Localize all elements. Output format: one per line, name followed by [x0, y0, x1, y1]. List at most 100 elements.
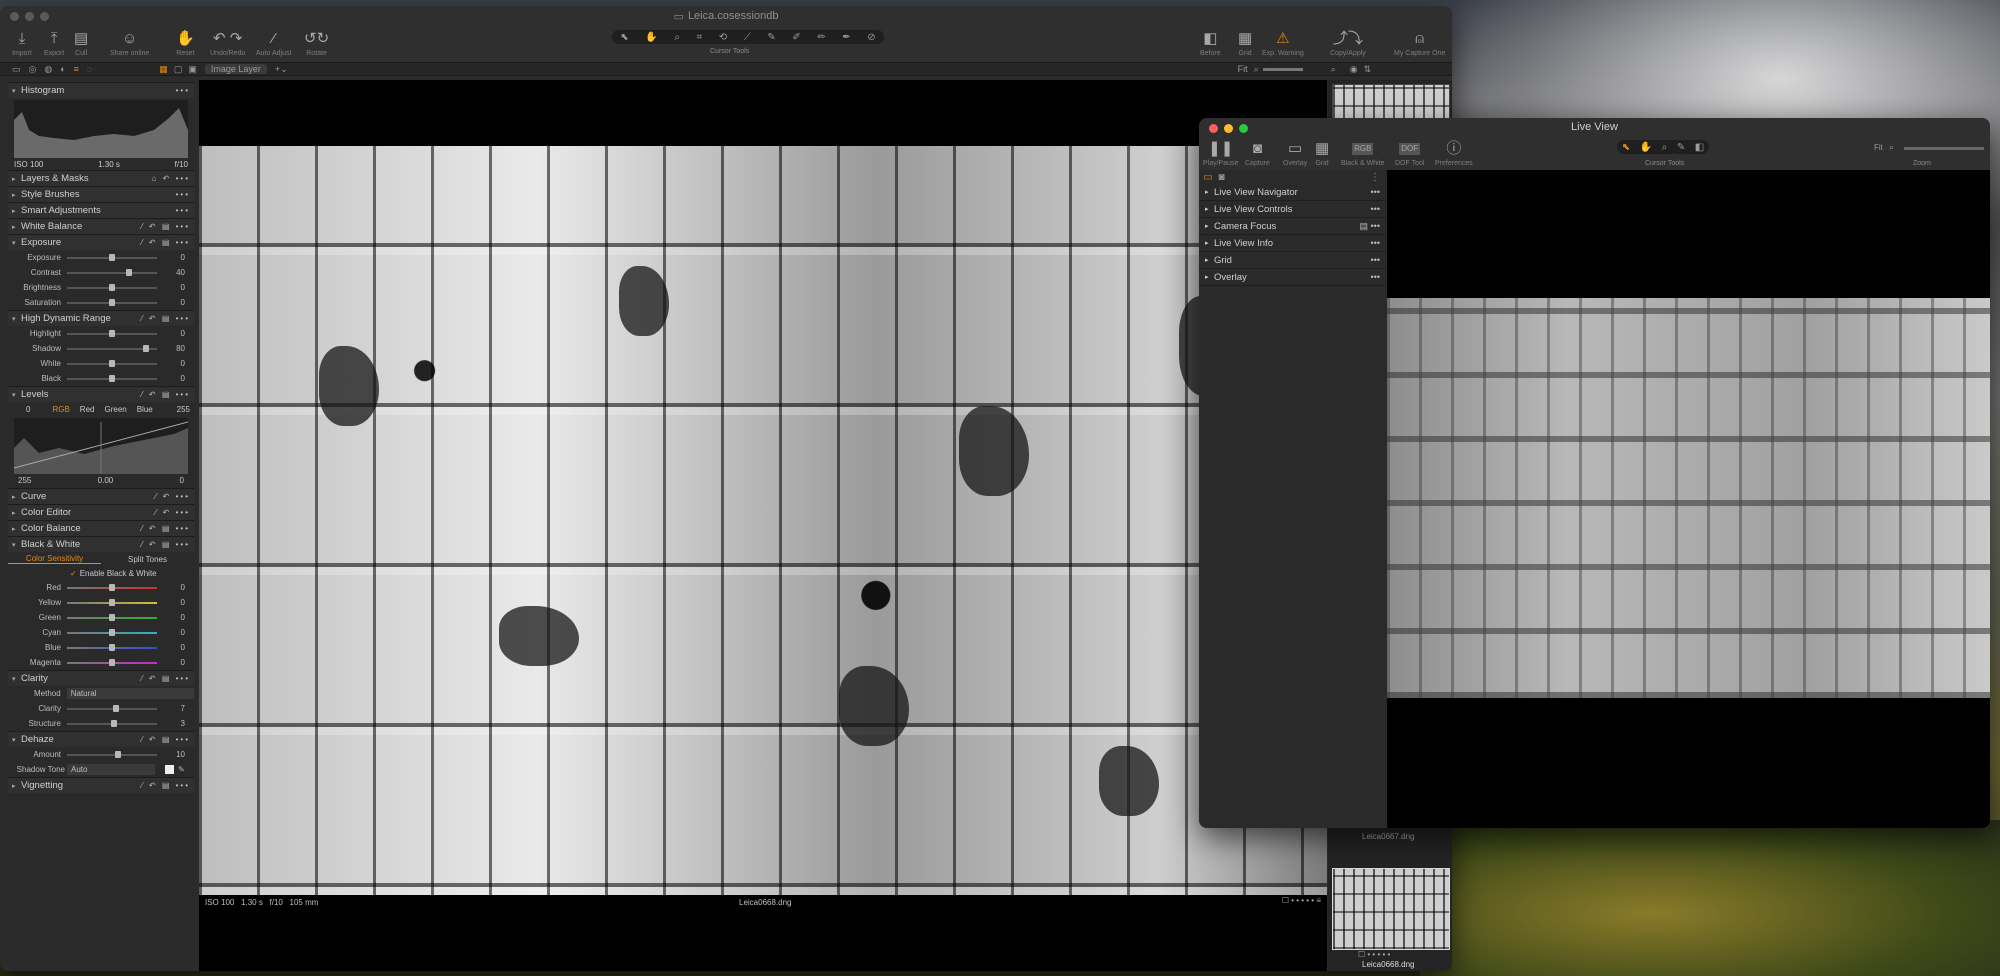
grid-view-icon[interactable]: ▦: [159, 64, 168, 75]
zoom-window-button[interactable]: [40, 12, 49, 21]
dehaze-amount-slider[interactable]: [67, 750, 157, 758]
slider-track[interactable]: [67, 658, 157, 666]
clarity-method-select[interactable]: Natural: [66, 688, 194, 699]
slider-track[interactable]: [67, 344, 157, 352]
gradient-tool-icon[interactable]: ✏: [817, 32, 825, 43]
hdr-header[interactable]: ▾ High Dynamic Range ⁄ ↶ ▤ •••: [8, 310, 194, 326]
slider-knob[interactable]: [115, 750, 121, 758]
slider-knob[interactable]: [126, 268, 132, 276]
section-actions-icon[interactable]: ⁄ ↶ ▤ •••: [141, 781, 190, 790]
live-fit-label[interactable]: Fit: [1874, 143, 1883, 152]
color-editor-header[interactable]: ▸ Color Editor ⁄ ↶ •••: [8, 504, 194, 520]
eyedropper-icon[interactable]: ✎: [178, 765, 185, 774]
layers-actions-icon[interactable]: ⌂ ↶ •••: [152, 174, 190, 183]
slider-knob[interactable]: [109, 583, 115, 591]
exposure-header[interactable]: ▾ Exposure ⁄ ↶ ▤ •••: [8, 234, 194, 250]
viewer-icon[interactable]: ▢: [174, 64, 183, 75]
slider-value[interactable]: 0: [157, 613, 185, 622]
browser-icon[interactable]: ▣: [188, 64, 197, 75]
live-view-controls-section[interactable]: ▸ Live View Controls •••: [1199, 201, 1386, 218]
slider-track[interactable]: [67, 643, 157, 651]
brush-tool-icon[interactable]: ✎: [767, 32, 775, 43]
loupe-tool-icon[interactable]: ⌕: [674, 32, 680, 43]
slider-value[interactable]: 80: [157, 344, 185, 353]
live-cursor-tools-group[interactable]: ⬉ ✋ ⌕ ✎ ◧: [1617, 140, 1709, 154]
levels-header[interactable]: ▾ Levels ⁄ ↶ ▤ •••: [8, 386, 194, 402]
select-tool-icon[interactable]: ⬉: [1622, 142, 1630, 153]
levels-tab-red[interactable]: Red: [80, 405, 95, 414]
slider-value[interactable]: 40: [157, 268, 185, 277]
dehaze-header[interactable]: ▾ Dehaze ⁄ ↶ ▤ •••: [8, 731, 194, 747]
rotate-tool-icon[interactable]: ⟲: [719, 32, 727, 43]
smart-adjustments-header[interactable]: ▸ Smart Adjustments •••: [8, 202, 194, 218]
folder-tab-icon[interactable]: ▭: [12, 64, 21, 75]
minimize-window-button[interactable]: [1224, 124, 1233, 133]
live-overlay-section[interactable]: ▸ Overlay •••: [1199, 269, 1386, 286]
levels-tab-blue[interactable]: Blue: [137, 405, 153, 414]
adjust-tab-icon[interactable]: ≡: [74, 64, 79, 74]
slider-value[interactable]: 0: [157, 374, 185, 383]
overlay-button[interactable]: ▭ Overlay: [1283, 138, 1307, 167]
slider-track[interactable]: [67, 283, 157, 291]
slider-knob[interactable]: [109, 374, 115, 382]
close-window-button[interactable]: [10, 12, 19, 21]
more-icon[interactable]: •••: [1371, 272, 1380, 282]
section-actions-icon[interactable]: ⁄ ↶ ▤ •••: [141, 390, 190, 399]
grid-button[interactable]: ▦ Grid: [1238, 28, 1252, 57]
slider-knob[interactable]: [109, 298, 115, 306]
thumbnail-rating[interactable]: ☐ • • • • •: [1358, 950, 1390, 959]
add-layer-icon[interactable]: +⌄: [275, 64, 288, 75]
slider-value[interactable]: 0: [157, 583, 185, 592]
my-capture-one-button[interactable]: ⍝ My Capture One: [1394, 28, 1445, 57]
camera-focus-section[interactable]: ▸ Camera Focus ▤ •••: [1199, 218, 1386, 235]
black-white-header[interactable]: ▾ Black & White ⁄ ↶ ▤ •••: [8, 536, 194, 552]
shadow-color-swatch[interactable]: [165, 765, 174, 774]
slider-value[interactable]: 0: [157, 329, 185, 338]
viewer-rating-dots[interactable]: ☐ • • • • • ≡: [1282, 896, 1321, 905]
slider-knob[interactable]: [109, 613, 115, 621]
clarity-header[interactable]: ▾ Clarity ⁄ ↶ ▤ •••: [8, 670, 194, 686]
more-icon[interactable]: •••: [176, 86, 190, 95]
live-grid-button[interactable]: ▦ Grid: [1315, 138, 1329, 167]
erase-tool-icon[interactable]: ✐: [792, 32, 800, 43]
slider-track[interactable]: [67, 329, 157, 337]
dehaze-amount-value[interactable]: 10: [157, 750, 185, 759]
slider-track[interactable]: [67, 359, 157, 367]
slider-knob[interactable]: [109, 658, 115, 666]
curve-header[interactable]: ▸ Curve ⁄ ↶ •••: [8, 488, 194, 504]
slider-knob[interactable]: [109, 598, 115, 606]
slider-value[interactable]: 0: [157, 658, 185, 667]
slider-knob[interactable]: [113, 704, 119, 712]
live-panel-more-icon[interactable]: ⋮: [1370, 172, 1380, 183]
section-actions-icon[interactable]: ⁄ ↶ ▤ •••: [141, 314, 190, 323]
image-viewer[interactable]: ISO 100 1.30 s f/10 105 mm Leica0668.dng…: [199, 80, 1327, 971]
bw-tab-color-sensitivity[interactable]: Color Sensitivity: [8, 554, 101, 564]
section-actions-icon[interactable]: ⁄ ↶ ▤ •••: [141, 524, 190, 533]
slider-knob[interactable]: [109, 329, 115, 337]
sort-icon[interactable]: ⇅: [1364, 64, 1372, 75]
live-grid-section[interactable]: ▸ Grid •••: [1199, 252, 1386, 269]
slider-track[interactable]: [67, 268, 157, 276]
slider-track[interactable]: [67, 704, 157, 712]
minimize-window-button[interactable]: [25, 12, 34, 21]
slider-track[interactable]: [67, 374, 157, 382]
camera-tab-icon[interactable]: ◎: [29, 64, 37, 75]
import-button[interactable]: ⤓ Import: [12, 28, 32, 57]
zoom-tool-icon[interactable]: ⌕: [1662, 142, 1668, 153]
slider-value[interactable]: 0: [157, 283, 185, 292]
live-view-image[interactable]: [1387, 298, 1990, 698]
picker-tool-icon[interactable]: ⊘: [867, 32, 875, 43]
live-zoom-slider[interactable]: [1904, 147, 1984, 150]
live-view-navigator-section[interactable]: ▸ Live View Navigator •••: [1199, 184, 1386, 201]
section-actions-icon[interactable]: ⁄ ↶ ▤ •••: [141, 238, 190, 247]
dehaze-shadow-select[interactable]: Auto: [67, 764, 155, 775]
live-view-info-section[interactable]: ▸ Live View Info •••: [1199, 235, 1386, 252]
levels-tab-rgb[interactable]: RGB: [52, 405, 69, 414]
undo-redo-button[interactable]: ↶ ↷ Undo/Redo: [210, 28, 245, 57]
lens-tab-icon[interactable]: ◍: [44, 64, 52, 75]
slider-track[interactable]: [67, 719, 157, 727]
slider-knob[interactable]: [143, 344, 149, 352]
vignetting-header[interactable]: ▸ Vignetting ⁄ ↶ ▤ •••: [8, 777, 194, 793]
layer-select[interactable]: Image Layer: [204, 64, 267, 74]
slider-track[interactable]: [67, 598, 157, 606]
